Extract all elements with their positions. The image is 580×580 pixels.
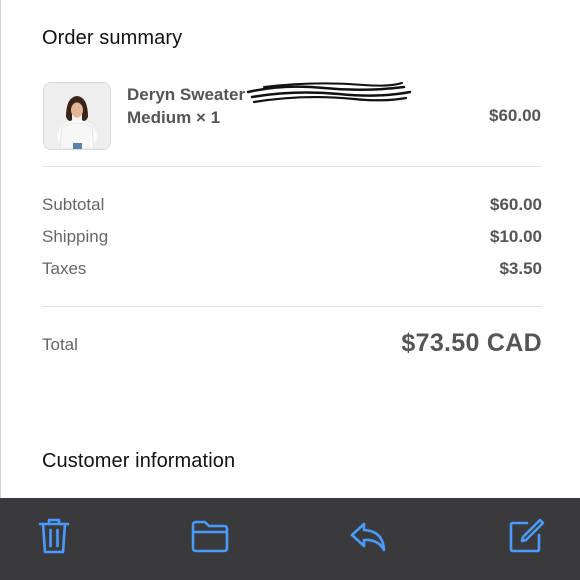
total-value: $73.50 CAD [401, 329, 542, 357]
taxes-value: $3.50 [499, 259, 542, 278]
divider [42, 306, 542, 307]
order-summary-heading: Order summary [42, 27, 183, 49]
product-price: $60.00 [489, 106, 541, 125]
reply-button[interactable] [348, 516, 388, 556]
taxes-label: Taxes [42, 259, 87, 278]
panel-edge [0, 0, 1, 498]
mail-toolbar [0, 498, 580, 580]
redaction-scribble [246, 82, 412, 104]
folder-icon [191, 520, 229, 553]
email-content: Order summary Deryn Sweater Medium × 1 $… [0, 0, 580, 498]
subtotal-value: $60.00 [490, 195, 542, 214]
compose-icon [509, 518, 545, 553]
customer-information-heading: Customer information [42, 450, 236, 472]
delete-button[interactable] [34, 516, 74, 556]
total-label: Total [42, 335, 78, 354]
divider [42, 166, 542, 167]
product-thumbnail [43, 82, 111, 150]
product-photo [44, 83, 110, 149]
shipping-label: Shipping [42, 227, 109, 246]
subtotal-label: Subtotal [42, 195, 105, 214]
product-name: Deryn Sweater [127, 85, 246, 104]
reply-icon [350, 522, 386, 552]
shipping-value: $10.00 [490, 227, 542, 246]
product-variant: Medium × 1 [127, 108, 221, 127]
trash-icon [38, 518, 70, 554]
move-to-folder-button[interactable] [190, 516, 230, 556]
compose-button[interactable] [506, 516, 546, 556]
